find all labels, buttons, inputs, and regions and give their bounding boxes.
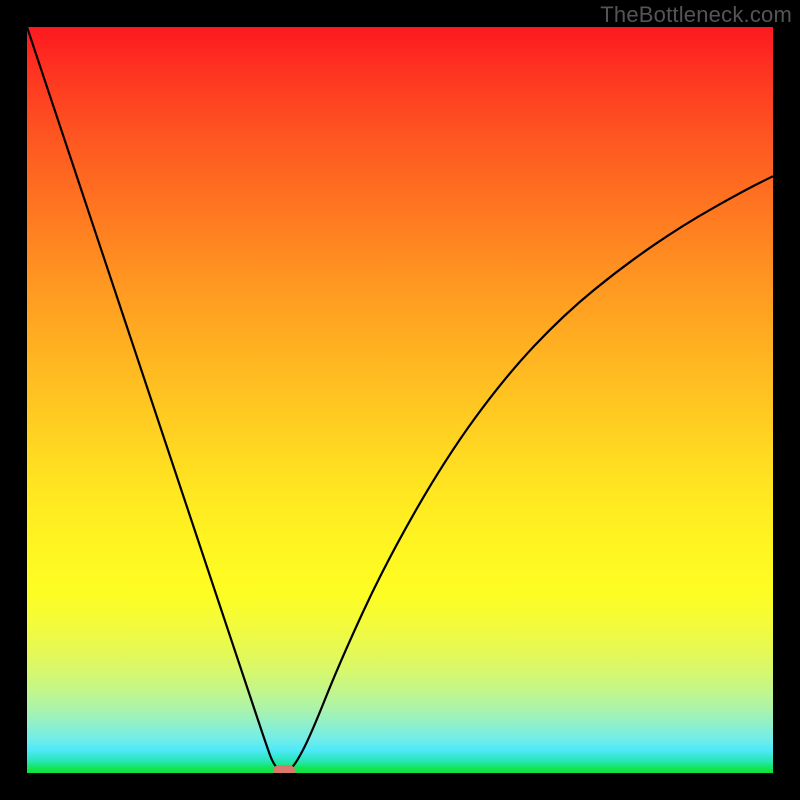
bottleneck-curve — [27, 27, 773, 771]
watermark-text: TheBottleneck.com — [600, 2, 792, 28]
curve-svg — [27, 27, 773, 773]
optimum-marker — [273, 765, 295, 773]
plot-area — [27, 27, 773, 773]
chart-frame: TheBottleneck.com — [0, 0, 800, 800]
